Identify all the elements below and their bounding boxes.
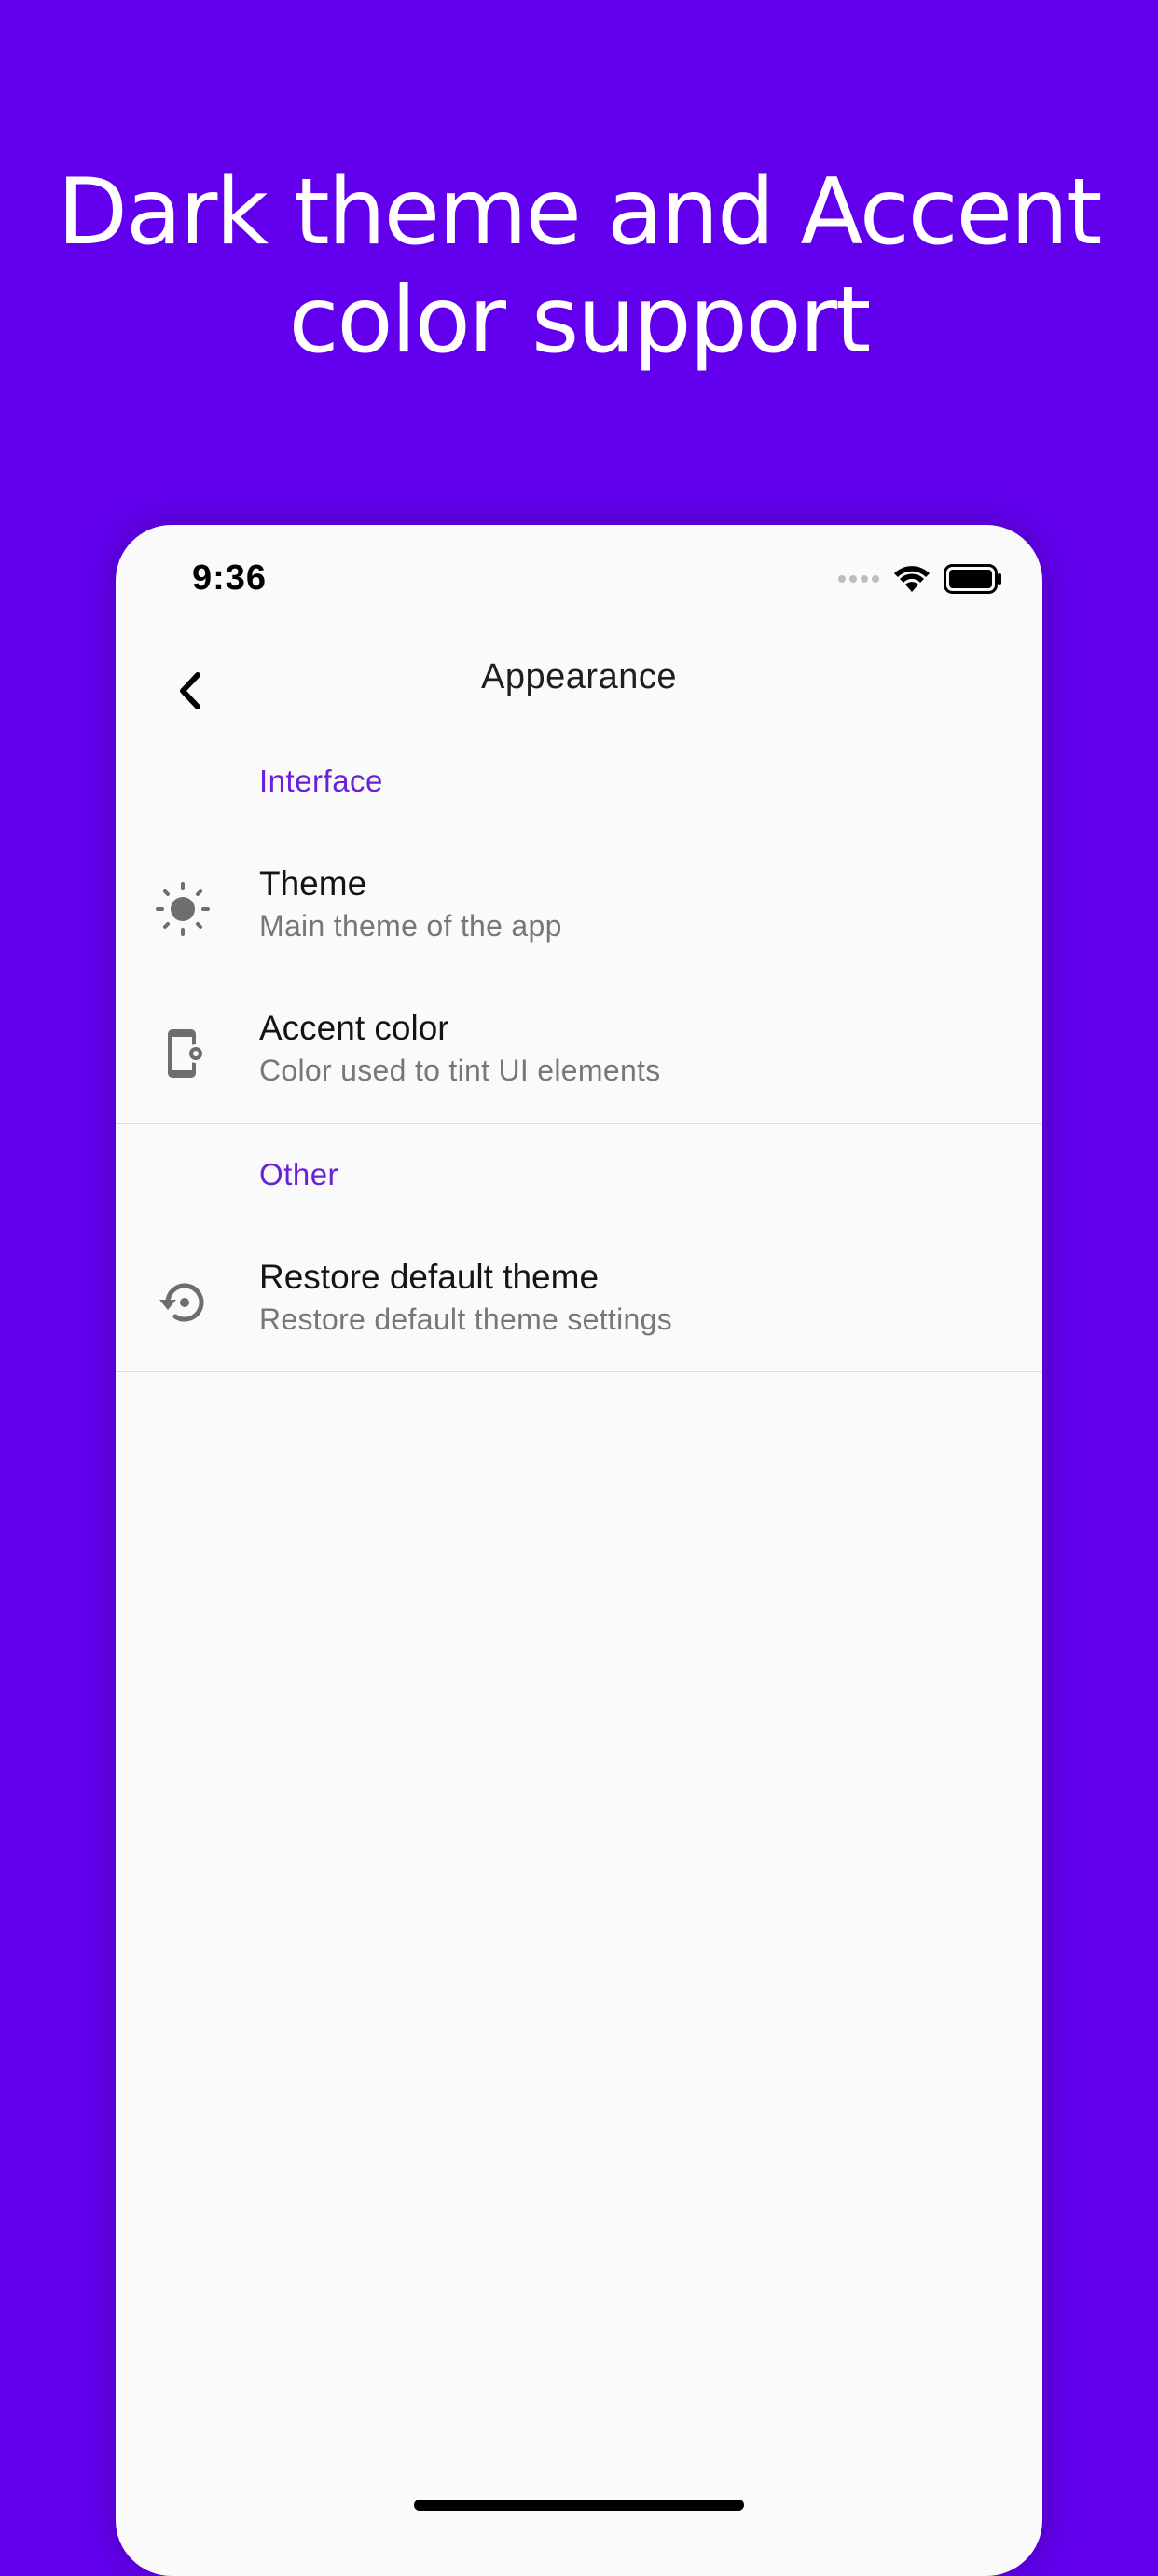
phone-screen: 9:36 Appearance Interface Theme Main the… bbox=[116, 525, 1042, 2576]
status-time: 9:36 bbox=[192, 558, 268, 598]
section-divider bbox=[116, 1123, 1042, 1124]
wifi-icon bbox=[893, 564, 931, 599]
restore-icon bbox=[136, 1256, 229, 1349]
settings-item-subtitle: Main theme of the app bbox=[259, 909, 562, 943]
settings-item-title: Accent color bbox=[259, 1009, 449, 1047]
settings-item-subtitle: Color used to tint UI elements bbox=[259, 1054, 661, 1087]
home-indicator[interactable] bbox=[414, 2500, 744, 2511]
page-title: Appearance bbox=[481, 657, 677, 696]
status-icons bbox=[837, 562, 1003, 599]
section-header-interface: Interface bbox=[259, 764, 383, 798]
settings-item-restore-default-theme[interactable]: Restore default theme Restore default th… bbox=[116, 1232, 1042, 1371]
settings-item-title: Restore default theme bbox=[259, 1258, 600, 1296]
settings-item-subtitle: Restore default theme settings bbox=[259, 1302, 673, 1336]
section-header-other: Other bbox=[259, 1157, 339, 1192]
section-divider bbox=[116, 1371, 1042, 1372]
battery-icon bbox=[944, 563, 1003, 599]
settings-item-accent-color[interactable]: Accent color Color used to tint UI eleme… bbox=[116, 983, 1042, 1123]
sun-icon bbox=[136, 862, 229, 956]
headline-line-1: Dark theme and Accent bbox=[57, 159, 1103, 266]
cellular-dots-icon bbox=[837, 572, 880, 589]
phone-settings-icon bbox=[136, 1007, 229, 1100]
headline-line-2: color support bbox=[288, 268, 872, 374]
settings-item-theme[interactable]: Theme Main theme of the app bbox=[116, 838, 1042, 978]
settings-item-title: Theme bbox=[259, 864, 367, 902]
headline: Dark theme and Accent color support bbox=[0, 158, 1158, 375]
